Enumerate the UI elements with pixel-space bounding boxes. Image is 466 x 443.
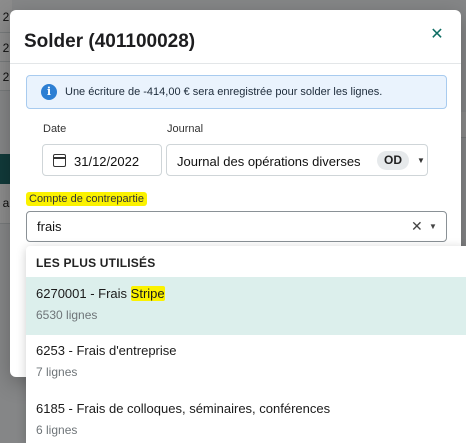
date-value: 31/12/2022 bbox=[74, 154, 140, 169]
journal-select[interactable]: Journal des opérations diverses OD ▼ bbox=[166, 144, 428, 176]
option-count: 7 lignes bbox=[36, 365, 78, 379]
option-title: 6270001 - Frais Stripe bbox=[36, 286, 165, 301]
option-count: 6530 lignes bbox=[36, 308, 98, 322]
option-title-prefix: 6270001 - Frais bbox=[36, 286, 131, 301]
dropdown-section-header: LES PLUS UTILISÉS bbox=[36, 256, 156, 270]
option-title-highlight: Stripe bbox=[130, 286, 165, 301]
option-title: 6185 - Frais de colloques, séminaires, c… bbox=[36, 401, 331, 416]
compte-dropdown: LES PLUS UTILISÉS 6270001 - Frais Stripe… bbox=[26, 246, 466, 443]
journal-code-badge: OD bbox=[377, 151, 409, 170]
info-text: Une écriture de -414,00 € sera enregistr… bbox=[65, 86, 383, 98]
clear-icon[interactable]: ✕ bbox=[411, 218, 423, 235]
compte-search-value: frais bbox=[37, 219, 62, 234]
date-label: Date bbox=[43, 123, 67, 135]
info-icon: i bbox=[41, 84, 57, 100]
journal-value: Journal des opérations diverses bbox=[177, 154, 361, 169]
modal-title: Solder (401100028) bbox=[24, 31, 196, 52]
chevron-down-icon[interactable]: ▼ bbox=[429, 222, 437, 231]
journal-label: Journal bbox=[167, 123, 204, 135]
chevron-down-icon[interactable]: ▼ bbox=[417, 156, 425, 165]
modal-divider bbox=[10, 63, 461, 64]
option-count: 6 lignes bbox=[36, 423, 78, 437]
close-icon[interactable]: ✕ bbox=[428, 26, 446, 44]
compte-search-input[interactable]: frais ✕ ▼ bbox=[26, 211, 447, 242]
compte-label: Compte de contrepartie bbox=[26, 192, 147, 206]
dropdown-option[interactable]: 6185 - Frais de colloques, séminaires, c… bbox=[26, 392, 466, 443]
calendar-icon bbox=[53, 154, 66, 167]
date-field[interactable]: 31/12/2022 bbox=[42, 144, 162, 176]
dropdown-option[interactable]: 6270001 - Frais Stripe 6530 lignes bbox=[26, 277, 466, 335]
option-title: 6253 - Frais d'entreprise bbox=[36, 343, 177, 358]
dropdown-option[interactable]: 6253 - Frais d'entreprise 7 lignes bbox=[26, 334, 466, 392]
info-banner: i Une écriture de -414,00 € sera enregis… bbox=[26, 75, 447, 109]
